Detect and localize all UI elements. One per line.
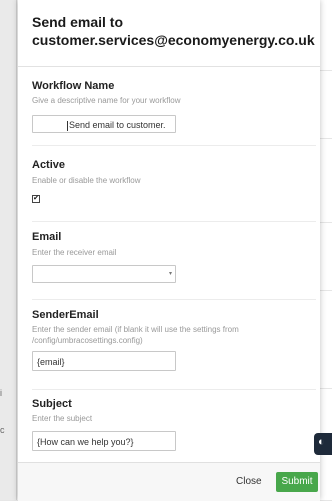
active-checkbox[interactable]: ✔ bbox=[32, 195, 40, 203]
workflow-name-value: Send email to customer. bbox=[69, 120, 166, 130]
panel-footer: Close Submit bbox=[18, 462, 320, 501]
chevron-down-icon: ▾ bbox=[169, 271, 173, 277]
subject-section: Subject Enter the subject {How can we he… bbox=[32, 389, 316, 462]
background-mark: i bbox=[0, 388, 2, 398]
workflow-name-label: Workflow Name bbox=[32, 80, 115, 92]
subject-value: {How can we help you?} bbox=[37, 437, 134, 447]
check-icon: ✔ bbox=[33, 195, 39, 202]
email-section: Email Enter the receiver email ▾ bbox=[32, 221, 316, 300]
subject-label: Subject bbox=[32, 398, 72, 410]
sender-email-description: Enter the sender email (if blank it will… bbox=[32, 325, 239, 345]
sender-email-value: {email} bbox=[37, 357, 65, 367]
chat-icon: ◐ bbox=[318, 436, 325, 448]
email-input[interactable]: ▾ bbox=[32, 265, 176, 283]
workflow-name-section: Workflow Name Give a descriptive name fo… bbox=[32, 67, 316, 146]
sender-email-input[interactable]: {email} bbox=[32, 351, 176, 371]
panel-header: Send email to customer.services@economye… bbox=[18, 0, 320, 67]
active-description: Enable or disable the workflow bbox=[32, 176, 141, 185]
help-widget-icon[interactable]: ◐ bbox=[314, 433, 332, 455]
close-button[interactable]: Close bbox=[236, 476, 262, 487]
panel-title: Send email to customer.services@economye… bbox=[32, 14, 315, 48]
sender-email-label: SenderEmail bbox=[32, 309, 99, 321]
active-label: Active bbox=[32, 159, 66, 171]
background-left-strip: i c bbox=[0, 0, 17, 500]
submit-button[interactable]: Submit bbox=[276, 472, 318, 492]
workflow-name-description: Give a descriptive name for your workflo… bbox=[32, 96, 181, 105]
text-caret bbox=[67, 120, 68, 131]
workflow-settings-panel: Send email to customer.services@economye… bbox=[18, 0, 320, 501]
sender-email-section: SenderEmail Enter the sender email (if b… bbox=[32, 299, 316, 390]
background-mark: c bbox=[0, 425, 5, 435]
panel-body[interactable]: Workflow Name Give a descriptive name fo… bbox=[18, 67, 320, 462]
email-label: Email bbox=[32, 231, 62, 243]
scrollbar[interactable] bbox=[321, 67, 327, 462]
workflow-name-input[interactable]: Send email to customer. bbox=[32, 115, 176, 133]
active-section: Active Enable or disable the workflow ✔ bbox=[32, 145, 316, 222]
subject-description: Enter the subject bbox=[32, 414, 93, 423]
email-description: Enter the receiver email bbox=[32, 248, 117, 257]
subject-input[interactable]: {How can we help you?} bbox=[32, 431, 176, 451]
